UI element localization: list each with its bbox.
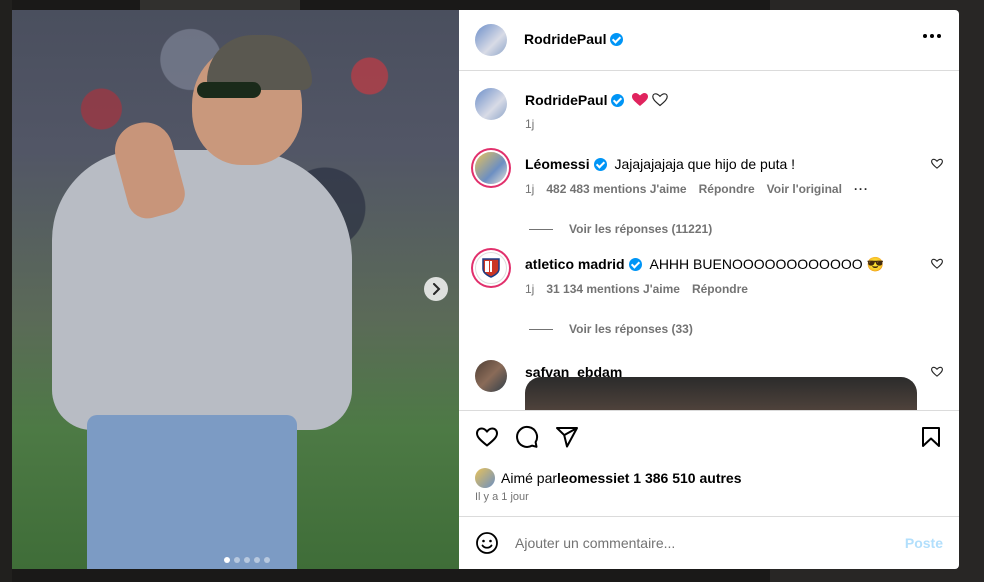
- carousel-dot: [264, 557, 270, 563]
- comment-input[interactable]: [515, 535, 905, 551]
- comment-like-icon[interactable]: [931, 258, 943, 270]
- replies-divider: [529, 228, 553, 230]
- comment-like-icon[interactable]: [931, 366, 943, 378]
- white-heart-icon: [652, 93, 669, 107]
- carousel-dot: [254, 557, 260, 563]
- comment-image-preview[interactable]: [525, 377, 917, 410]
- caption-time[interactable]: 1j: [525, 117, 534, 131]
- caption-username[interactable]: RodridePaul: [525, 92, 607, 108]
- comment-composer: Poste: [459, 516, 959, 569]
- heart-icon[interactable]: [475, 425, 499, 449]
- author-avatar[interactable]: [475, 24, 507, 56]
- emoji-icon[interactable]: [475, 531, 499, 555]
- post-photo[interactable]: [12, 10, 459, 569]
- photo-person-sunglasses: [197, 82, 261, 98]
- carousel-dot: [224, 557, 230, 563]
- view-replies-label: Voir les réponses (11221): [569, 222, 713, 236]
- comment-row: Léomessi Jajajajajaja que hijo de puta !…: [475, 152, 943, 196]
- liked-by-others[interactable]: et 1 386 510 autres: [617, 470, 742, 486]
- caption-row: RodridePaul 1j: [475, 88, 943, 131]
- post-timestamp[interactable]: Il y a 1 jour: [475, 491, 529, 503]
- verified-badge-icon: [593, 158, 607, 171]
- reply-button[interactable]: Répondre: [699, 182, 755, 196]
- verified-badge-icon: [611, 94, 625, 107]
- comment-time[interactable]: 1j: [525, 282, 534, 296]
- comment-time[interactable]: 1j: [525, 182, 534, 196]
- verified-badge-icon: [628, 258, 642, 271]
- commenter-username[interactable]: Léomessi: [525, 156, 590, 172]
- comment-text: AHHH BUENOOOOOOOOOOOO 😎: [649, 256, 884, 272]
- comment-more-icon[interactable]: ···: [854, 182, 869, 196]
- view-replies-button[interactable]: Voir les réponses (33): [529, 322, 693, 336]
- share-icon[interactable]: [555, 425, 579, 449]
- comment-likes-count[interactable]: 31 134 mentions J'aime: [546, 282, 680, 296]
- atletico-crest-icon: [482, 258, 500, 278]
- replies-divider: [529, 328, 553, 330]
- liker-avatar[interactable]: [475, 468, 495, 488]
- comment-text: Jajajajajaja que hijo de puta !: [614, 156, 796, 172]
- photo-person-jeans: [87, 415, 297, 569]
- comment-row: atletico madrid AHHH BUENOOOOOOOOOOOO 😎 …: [475, 252, 943, 296]
- more-options-icon[interactable]: [923, 34, 941, 38]
- commenter-avatar[interactable]: [475, 360, 507, 392]
- verified-badge-icon: [610, 33, 624, 46]
- commenter-avatar[interactable]: [475, 252, 507, 284]
- post-detail-panel: RodridePaul RodridePaul 1j Léomessi Jaja…: [459, 10, 959, 569]
- reply-button[interactable]: Répondre: [692, 282, 748, 296]
- author-username[interactable]: RodridePaul: [524, 31, 606, 47]
- post-comment-button[interactable]: Poste: [905, 535, 943, 551]
- view-replies-label: Voir les réponses (33): [569, 322, 693, 336]
- caption-text: [632, 92, 669, 108]
- author-name-group[interactable]: RodridePaul: [524, 31, 624, 49]
- post-actions: Aimé par leomessi et 1 386 510 autres Il…: [459, 410, 959, 526]
- red-heart-icon: [632, 93, 649, 106]
- action-icons-row: [475, 425, 943, 449]
- liked-by: Aimé par leomessi et 1 386 510 autres: [475, 468, 742, 488]
- comments-list[interactable]: RodridePaul 1j Léomessi Jajajajajaja que…: [459, 72, 959, 410]
- post-header: RodridePaul: [459, 10, 959, 71]
- view-replies-button[interactable]: Voir les réponses (11221): [529, 222, 712, 236]
- comment-icon[interactable]: [515, 425, 539, 449]
- carousel-dot: [234, 557, 240, 563]
- commenter-avatar[interactable]: [475, 152, 507, 184]
- next-arrow-icon[interactable]: [424, 277, 448, 301]
- photo-person-sweater: [52, 150, 352, 430]
- comment-likes-count[interactable]: 482 483 mentions J'aime: [546, 182, 686, 196]
- liked-by-user[interactable]: leomessi: [557, 470, 617, 486]
- bookmark-icon[interactable]: [919, 425, 943, 449]
- carousel-indicator: [224, 557, 270, 563]
- author-avatar[interactable]: [475, 88, 507, 120]
- see-original-button[interactable]: Voir l'original: [767, 182, 842, 196]
- liked-by-prefix: Aimé par: [501, 470, 558, 486]
- carousel-dot: [244, 557, 250, 563]
- comment-like-icon[interactable]: [931, 158, 943, 170]
- commenter-username[interactable]: atletico madrid: [525, 256, 625, 272]
